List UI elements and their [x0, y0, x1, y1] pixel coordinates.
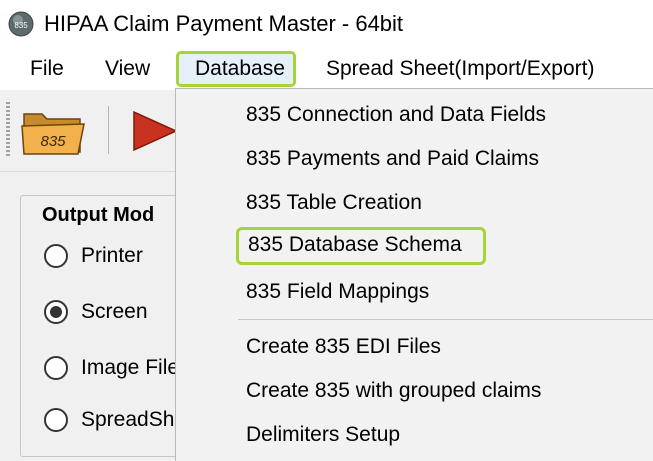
- radio-label: Printer: [81, 244, 143, 267]
- radio-label: Image File: [81, 356, 180, 379]
- run-play-icon[interactable]: [128, 108, 178, 154]
- menu-item-connection-data-fields[interactable]: 835 Connection and Data Fields: [246, 101, 546, 129]
- menu-bar: File View Database Spread Sheet(Import/E…: [0, 48, 653, 90]
- radio-circle[interactable]: [44, 244, 68, 268]
- database-dropdown-menu: 835 Connection and Data Fields 835 Payme…: [175, 88, 653, 461]
- radio-label: Screen: [81, 300, 148, 323]
- toolbar-separator: [108, 106, 109, 154]
- menu-item-payments-paid-claims[interactable]: 835 Payments and Paid Claims: [246, 145, 539, 173]
- menu-separator: [238, 319, 653, 320]
- folder-835-label: 835: [40, 133, 66, 150]
- radio-label: SpreadSh: [81, 408, 175, 431]
- menu-item-create-grouped-claims[interactable]: Create 835 with grouped claims: [246, 377, 541, 405]
- title-bar: 835 HIPAA Claim Payment Master - 64bit: [0, 0, 653, 48]
- radio-circle[interactable]: [44, 356, 68, 380]
- open-835-folder-icon[interactable]: 835: [20, 104, 86, 158]
- menu-item-create-edi-files[interactable]: Create 835 EDI Files: [246, 333, 441, 361]
- menu-item-table-creation[interactable]: 835 Table Creation: [246, 189, 422, 217]
- menu-item-field-mappings[interactable]: 835 Field Mappings: [246, 278, 429, 306]
- radio-circle[interactable]: [44, 408, 68, 432]
- window-title: HIPAA Claim Payment Master - 64bit: [44, 11, 404, 36]
- app-icon: 835: [8, 11, 34, 37]
- svg-text:835: 835: [14, 21, 28, 30]
- menu-item-database-schema[interactable]: 835 Database Schema: [236, 227, 486, 265]
- menu-view[interactable]: View: [105, 48, 150, 90]
- output-mode-title: Output Mod: [42, 204, 155, 226]
- menu-item-delimiters-setup[interactable]: Delimiters Setup: [246, 421, 400, 449]
- menu-spreadsheet[interactable]: Spread Sheet(Import/Export): [326, 48, 594, 90]
- menu-file[interactable]: File: [30, 48, 64, 90]
- toolbar-grip[interactable]: [6, 102, 10, 158]
- radio-circle-checked[interactable]: [44, 300, 68, 324]
- menu-database[interactable]: Database: [176, 51, 296, 87]
